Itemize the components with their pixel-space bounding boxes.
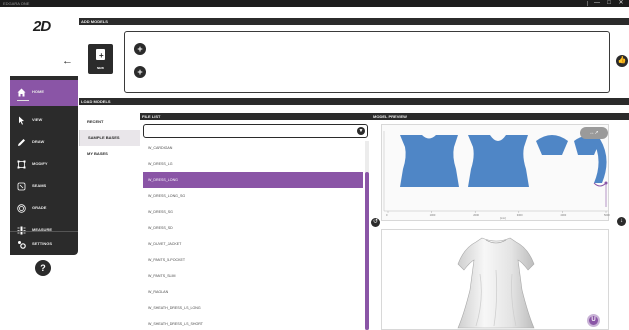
pattern-pieces: 0 1000 2000 3000 4000 5000 [mm] [383, 131, 610, 220]
new-document-icon [96, 49, 105, 60]
add-model-button[interactable]: + [134, 43, 146, 55]
sidebar-item-modify[interactable]: MODIFY [10, 152, 78, 176]
gear-icon [17, 240, 26, 249]
file-list-item[interactable]: W_DRESS_LONG [143, 172, 363, 188]
x-axis-tick-label: 1000 [430, 213, 436, 217]
model-drop-area[interactable]: + + [124, 31, 610, 93]
title-bar: EDGARA ONE — □ ✕ [0, 0, 629, 7]
window-title: EDGARA ONE [3, 1, 30, 6]
sidebar-item-label: MODIFY [32, 161, 48, 166]
reset-view-button[interactable]: ↺ [371, 218, 380, 227]
load-models-header: LOAD MODELS [79, 98, 629, 105]
app-logo: 2D [33, 18, 51, 35]
sidebar-item-grade[interactable]: GRADE [10, 196, 78, 220]
sidebar: HOME VIEW DRAW MODIFY SEAMS GRADE MEASUR… [10, 76, 78, 255]
sidebar-item-home[interactable]: HOME [10, 80, 78, 106]
logo-area: 2D ← [0, 7, 79, 76]
grade-icon [17, 204, 26, 213]
sidebar-item-label: SEAMS [32, 183, 47, 188]
file-list-item[interactable]: W_DRESS_LG [143, 156, 363, 172]
new-model-button[interactable]: NEW [88, 44, 113, 74]
file-list-item[interactable]: W_DUVET_JACKET [143, 236, 363, 252]
category-my-bases[interactable]: MY BASES [79, 146, 140, 162]
transform-icon [17, 160, 26, 169]
pen-icon [17, 138, 26, 147]
model-preview-header: MODEL PREVIEW [371, 113, 629, 120]
maximize-button[interactable]: □ [603, 0, 615, 7]
file-list-item[interactable]: W_RAGLAN [143, 284, 363, 300]
thumbs-up-icon[interactable]: 👍 [616, 55, 628, 67]
3d-model-preview[interactable] [381, 229, 609, 330]
file-list-scrollbar-thumb[interactable] [365, 172, 369, 330]
sidebar-item-label: HOME [32, 89, 44, 94]
u-badge[interactable]: U [587, 314, 600, 327]
x-axis-tick-label: 4000 [560, 213, 566, 217]
pattern-piece-back [468, 135, 529, 187]
category-recent[interactable]: RECENT [79, 114, 140, 130]
pattern-piece-front [400, 135, 459, 187]
sidebar-item-label: GRADE [32, 205, 47, 210]
sidebar-item-label: DRAW [32, 139, 45, 144]
sidebar-item-label: SETTINGS [32, 241, 53, 246]
file-list-header: FILE LIST [140, 113, 371, 120]
file-filter-dropdown[interactable]: ▼ [143, 124, 368, 138]
home-icon [17, 88, 26, 97]
x-axis-unit: [mm] [500, 216, 506, 220]
file-list-item[interactable]: W_DRESS_LONG_SG [143, 188, 363, 204]
category-sample-bases[interactable]: SAMPLE BASES [79, 130, 140, 146]
cursor-icon [17, 116, 26, 125]
x-axis-tick-label: 3000 [517, 213, 523, 217]
file-list-item[interactable]: W_SHEATH_DRESS_LS_LONG [143, 300, 363, 316]
x-axis-tick-label: 2000 [473, 213, 479, 217]
x-axis-ticks: 0 1000 2000 3000 4000 5000 [386, 211, 610, 217]
sidebar-item-label: VIEW [32, 117, 43, 122]
title-separator [587, 1, 588, 6]
dress-3d-render [457, 237, 535, 329]
minimize-button[interactable]: — [591, 0, 603, 7]
sidebar-item-view[interactable]: VIEW [10, 108, 78, 132]
sidebar-item-seams[interactable]: SEAMS [10, 174, 78, 198]
file-list-item[interactable]: W_SHEATH_DRESS_LS_SHORT [143, 316, 363, 330]
file-list-item[interactable]: W_PANTS_SLIM [143, 268, 363, 284]
sidebar-item-draw[interactable]: DRAW [10, 130, 78, 154]
tool-toggle[interactable]: ↔↗ [580, 127, 608, 139]
new-button-label: NEW [97, 66, 104, 70]
file-list-item[interactable]: W_CARDIGAN [143, 140, 363, 156]
x-axis-tick-label: 5000 [604, 213, 610, 217]
file-list-item[interactable]: W_PANTS_5-POCKET [143, 252, 363, 268]
add-models-header: ADD MODELS [79, 18, 629, 25]
pattern-preview[interactable]: 0 1000 2000 3000 4000 5000 [mm] [381, 124, 610, 221]
download-icon[interactable]: ↓ [617, 217, 626, 226]
x-axis-tick-label: 0 [386, 213, 388, 217]
file-list-item[interactable]: W_DRESS_SD [143, 220, 363, 236]
pattern-piece-sleeve-1 [536, 135, 568, 155]
active-underline [17, 100, 29, 101]
back-arrow-icon[interactable]: ← [62, 56, 73, 67]
chevron-down-icon[interactable]: ▼ [357, 127, 365, 135]
file-list-item[interactable]: W_DRESS_SG [143, 204, 363, 220]
sidebar-item-settings[interactable]: SETTINGS [10, 231, 78, 255]
close-button[interactable]: ✕ [615, 0, 627, 7]
seams-icon [17, 182, 26, 191]
help-button[interactable]: ? [35, 260, 51, 276]
add-model-button-2[interactable]: + [134, 66, 146, 78]
